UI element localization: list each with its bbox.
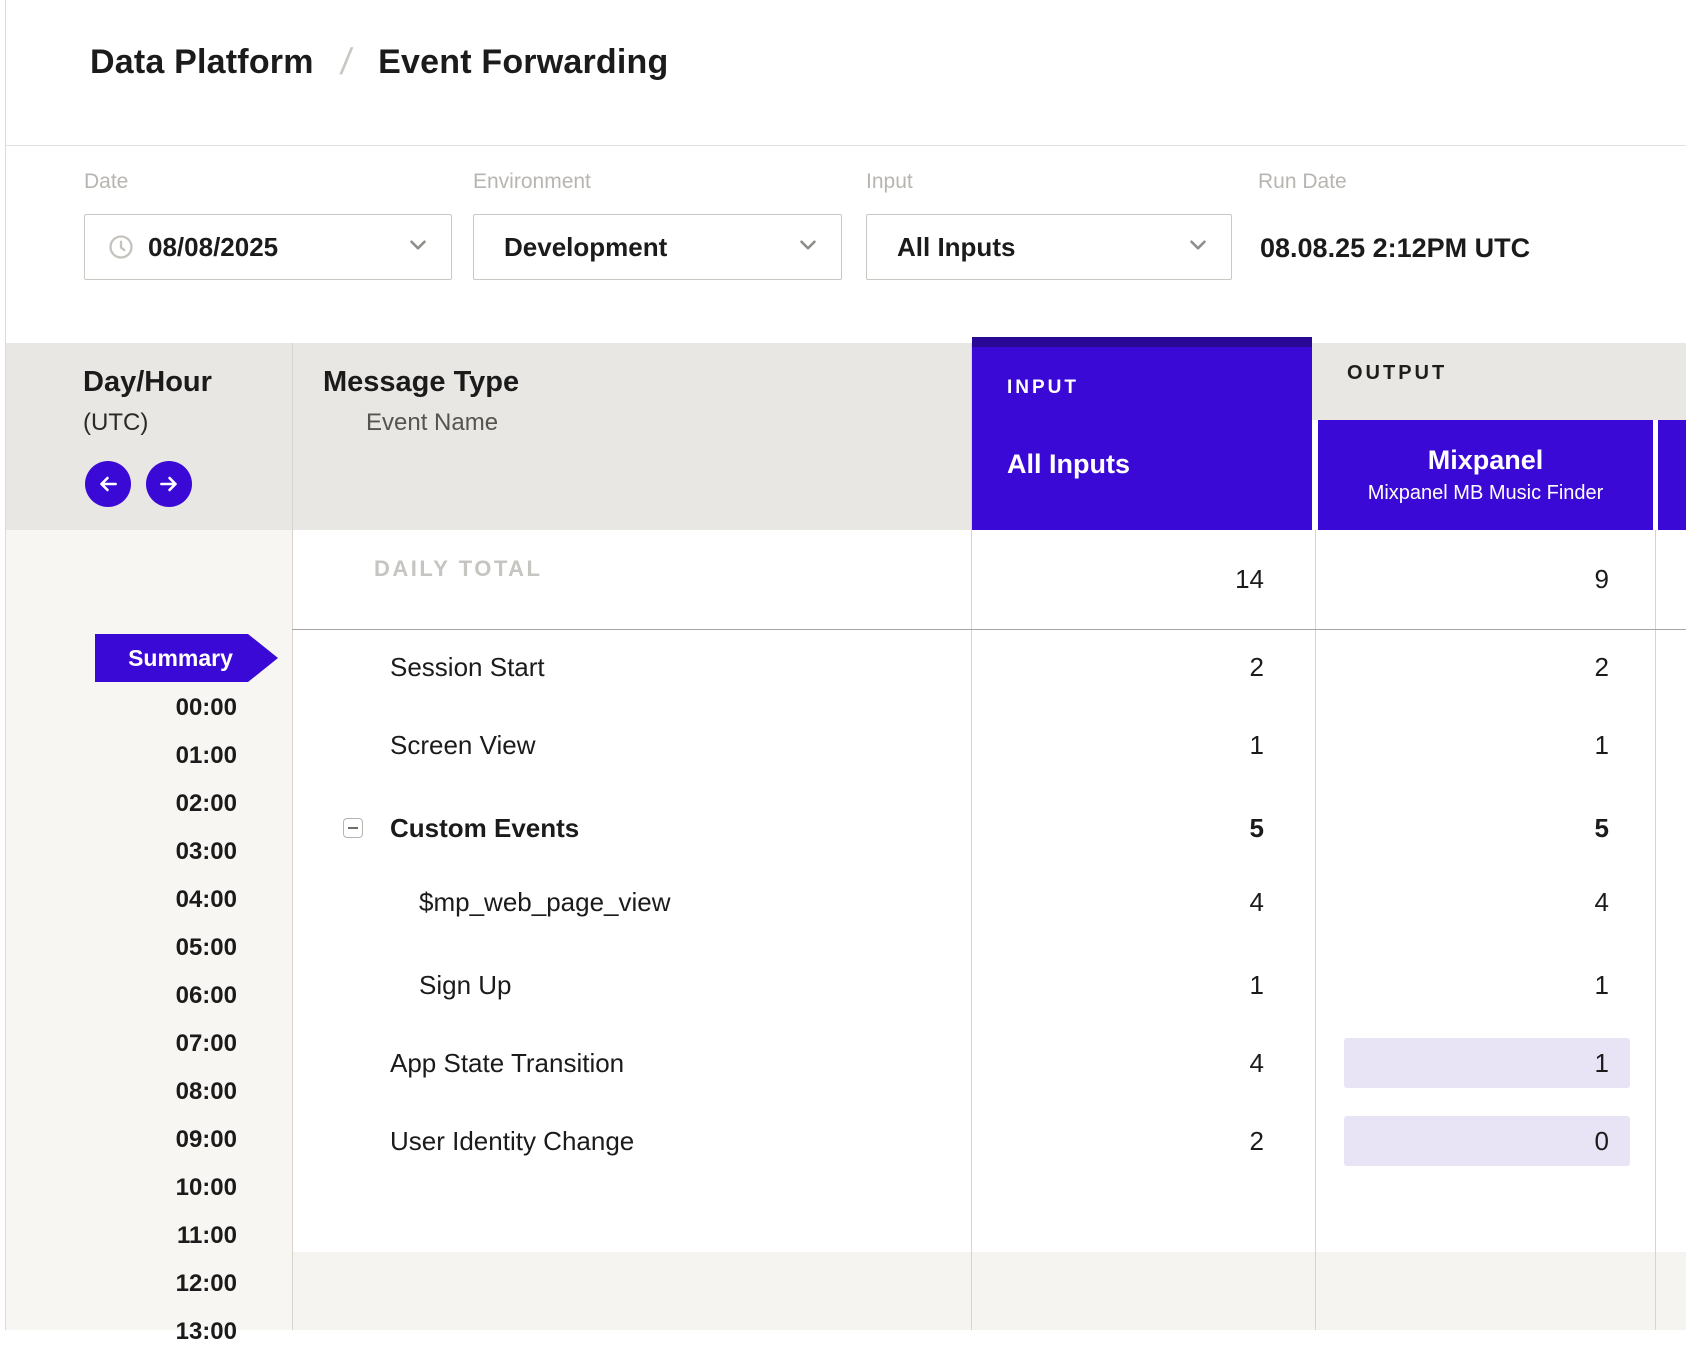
column-divider — [1655, 530, 1656, 1330]
input-count: 1 — [1000, 721, 1264, 769]
summary-label: Summary — [128, 645, 233, 672]
breadcrumb-separator: / — [338, 41, 354, 83]
output-count: 2 — [1345, 643, 1609, 691]
event-row-name: Session Start — [390, 643, 545, 691]
arrow-left-icon — [95, 471, 121, 497]
output-column-subtitle: Mixpanel MB Music Finder — [1368, 482, 1604, 505]
event-row-name: Custom Events — [390, 804, 579, 852]
hour-item[interactable]: 01:00 — [60, 732, 237, 780]
hour-item[interactable]: 03:00 — [60, 828, 237, 876]
daily-total-divider — [292, 629, 1686, 630]
day-hour-header: Day/Hour — [83, 366, 212, 399]
run-date-value: 08.08.25 2:12PM UTC — [1260, 233, 1530, 264]
output-count: 4 — [1345, 878, 1609, 926]
environment-filter-label: Environment — [473, 170, 591, 194]
input-column-header[interactable]: INPUT All Inputs — [972, 337, 1312, 530]
hour-item[interactable]: 05:00 — [60, 924, 237, 972]
table-footer-area — [292, 1252, 1686, 1330]
header-block-gap — [1312, 420, 1318, 530]
collapse-toggle-icon[interactable] — [343, 818, 363, 838]
summary-selector[interactable]: Summary — [95, 634, 278, 682]
input-count: 5 — [1000, 804, 1264, 852]
hour-item[interactable]: 09:00 — [60, 1116, 237, 1164]
environment-value: Development — [504, 232, 667, 263]
next-output-column-header — [1658, 420, 1686, 530]
output-column-header[interactable]: Mixpanel Mixpanel MB Music Finder — [1318, 420, 1653, 530]
input-count: 2 — [1000, 1117, 1264, 1165]
event-row-name: User Identity Change — [390, 1117, 634, 1165]
input-filter-label: Input — [866, 170, 913, 194]
input-count: 4 — [1000, 1039, 1264, 1087]
hour-item[interactable]: 04:00 — [60, 876, 237, 924]
daily-total-label: DAILY TOTAL — [374, 556, 542, 582]
hour-item[interactable]: 07:00 — [60, 1020, 237, 1068]
column-divider — [1315, 530, 1316, 1330]
input-count: 2 — [1000, 643, 1264, 691]
breadcrumb-section[interactable]: Data Platform — [90, 43, 314, 82]
hour-item[interactable]: 00:00 — [60, 684, 237, 732]
run-date-label: Run Date — [1258, 170, 1347, 194]
hour-item[interactable]: 10:00 — [60, 1164, 237, 1212]
hour-item[interactable]: 11:00 — [60, 1212, 237, 1260]
hour-item[interactable]: 02:00 — [60, 780, 237, 828]
output-count: 1 — [1345, 721, 1609, 769]
page-left-border — [5, 0, 6, 1330]
input-column-name: All Inputs — [1007, 449, 1130, 480]
input-column-accent-cap — [972, 337, 1312, 347]
chevron-down-icon — [1185, 232, 1211, 263]
event-name-subheader: Event Name — [366, 409, 498, 437]
date-dropdown[interactable]: 08/08/2025 — [84, 214, 452, 280]
event-row-name: $mp_web_page_view — [419, 878, 671, 926]
output-count: 5 — [1345, 804, 1609, 852]
hour-item[interactable]: 12:00 — [60, 1260, 237, 1308]
arrow-right-icon — [156, 471, 182, 497]
daily-total-output-count: 9 — [1345, 555, 1609, 603]
column-divider — [292, 343, 293, 1330]
summary-arrow-point — [248, 634, 278, 682]
breadcrumb: Data Platform / Event Forwarding — [90, 41, 668, 83]
next-day-button[interactable] — [146, 461, 192, 507]
event-row-name: Sign Up — [419, 961, 512, 1009]
date-value: 08/08/2025 — [148, 232, 278, 263]
input-value: All Inputs — [897, 232, 1015, 263]
breadcrumb-page: Event Forwarding — [378, 43, 668, 82]
previous-day-button[interactable] — [85, 461, 131, 507]
top-bar: Data Platform / Event Forwarding — [6, 0, 1686, 146]
output-count: 0 — [1345, 1117, 1609, 1165]
input-dropdown[interactable]: All Inputs — [866, 214, 1232, 280]
clock-icon — [107, 233, 135, 261]
output-column-name: Mixpanel — [1428, 445, 1544, 476]
hour-item[interactable]: 06:00 — [60, 972, 237, 1020]
chevron-down-icon — [405, 232, 431, 263]
hour-item[interactable]: 13:00 — [60, 1308, 237, 1356]
event-row-name: App State Transition — [390, 1039, 624, 1087]
output-group-label: OUTPUT — [1347, 362, 1447, 385]
input-count: 1 — [1000, 961, 1264, 1009]
event-row-name: Screen View — [390, 721, 536, 769]
date-filter-label: Date — [84, 170, 128, 194]
output-count: 1 — [1345, 961, 1609, 1009]
message-type-header: Message Type — [323, 366, 519, 399]
daily-total-input-count: 14 — [1000, 555, 1264, 603]
output-count: 1 — [1345, 1039, 1609, 1087]
chevron-down-icon — [795, 232, 821, 263]
column-divider — [971, 343, 972, 1330]
environment-dropdown[interactable]: Development — [473, 214, 842, 280]
input-group-label: INPUT — [1007, 377, 1079, 399]
input-count: 4 — [1000, 878, 1264, 926]
day-hour-timezone: (UTC) — [83, 409, 148, 437]
hour-item[interactable]: 08:00 — [60, 1068, 237, 1116]
